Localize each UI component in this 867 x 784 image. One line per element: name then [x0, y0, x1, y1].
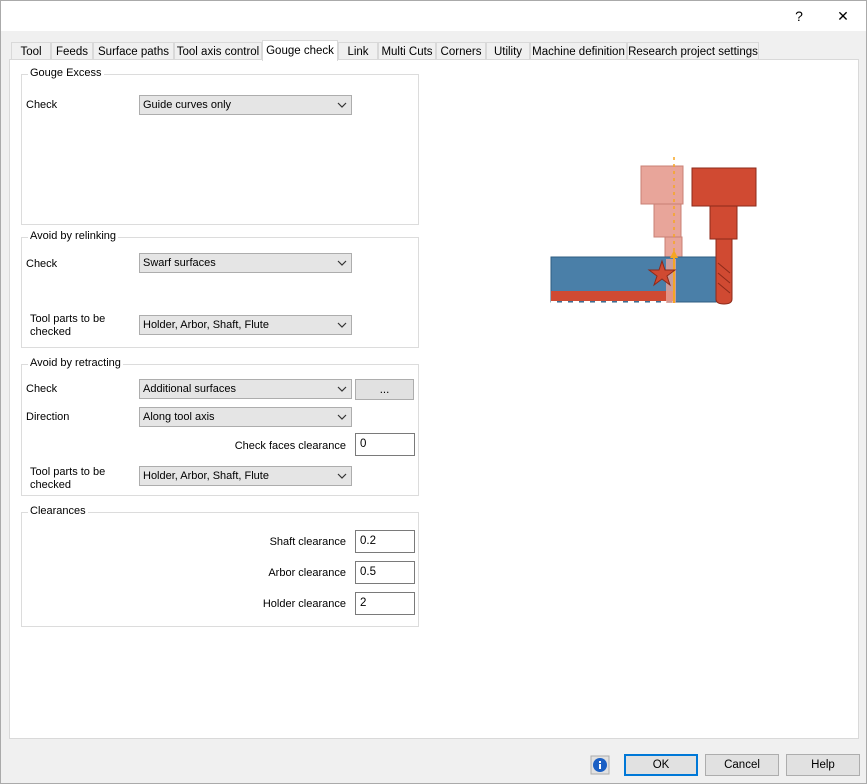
arbor-shape: [709, 205, 738, 240]
check-faces-clearance-input[interactable]: 0: [355, 433, 415, 456]
direction-select[interactable]: Along tool axis: [139, 407, 352, 427]
arbor-clearance-label: Arbor clearance: [268, 567, 346, 579]
tool-parts-label: Tool parts to be checked: [30, 466, 105, 492]
shaft-clearance-label: Shaft clearance: [269, 536, 346, 548]
group-title: Avoid by retracting: [28, 357, 123, 369]
input-value: 0.5: [360, 566, 376, 578]
gouge-check-panel: Gouge Excess Check Guide curves only Avo…: [9, 59, 859, 739]
group-title: Avoid by relinking: [28, 230, 119, 242]
gouge-excess-group: Gouge Excess Check Guide curves only: [21, 67, 419, 225]
tab-gouge-check[interactable]: Gouge check: [262, 40, 338, 61]
relinking-check-select[interactable]: Swarf surfaces: [139, 253, 352, 273]
input-value: 2: [360, 597, 367, 609]
tab-utility[interactable]: Utility: [486, 42, 530, 60]
chevron-down-icon: [337, 102, 347, 108]
help-button[interactable]: Help: [786, 754, 860, 776]
close-icon[interactable]: ✕: [821, 1, 865, 31]
retracting-tool-parts-select[interactable]: Holder, Arbor, Shaft, Flute: [139, 466, 352, 486]
help-icon[interactable]: ?: [777, 1, 821, 31]
check-label: Check: [26, 258, 58, 270]
arbor-clearance-input[interactable]: 0.5: [355, 561, 415, 584]
dialog-window: ? ✕ Tool Feeds Surface paths Tool axis c…: [0, 0, 867, 784]
chevron-down-icon: [337, 414, 347, 420]
select-value: Holder, Arbor, Shaft, Flute: [143, 470, 269, 482]
title-bar: ? ✕: [1, 1, 866, 31]
relinking-tool-parts-select[interactable]: Holder, Arbor, Shaft, Flute: [139, 315, 352, 335]
cancel-button[interactable]: Cancel: [705, 754, 779, 776]
input-value: 0: [360, 438, 367, 450]
check-faces-clearance-label: Check faces clearance: [234, 440, 346, 452]
ghost-arbor-shape: [653, 203, 682, 238]
retracting-check-select[interactable]: Additional surfaces: [139, 379, 352, 399]
ok-button[interactable]: OK: [624, 754, 698, 776]
clearances-group: Clearances Shaft clearance 0.2 Arbor cle…: [21, 505, 419, 627]
chevron-down-icon: [337, 260, 347, 266]
check-label: Check: [26, 99, 58, 111]
tab-feeds[interactable]: Feeds: [51, 42, 93, 60]
shaft-clearance-input[interactable]: 0.2: [355, 530, 415, 553]
tool-parts-label: Tool parts to be checked: [30, 313, 105, 339]
holder-clearance-input[interactable]: 2: [355, 592, 415, 615]
browse-surfaces-button[interactable]: ...: [355, 379, 414, 400]
select-value: Guide curves only: [143, 99, 232, 111]
tab-surface-paths[interactable]: Surface paths: [93, 42, 174, 60]
chevron-down-icon: [337, 386, 347, 392]
label-line-1: Tool parts to be: [30, 313, 106, 325]
tab-machine-definition[interactable]: Machine definition: [530, 42, 627, 60]
input-value: 0.2: [360, 535, 376, 547]
part-base-shape: [551, 291, 673, 301]
select-value: Additional surfaces: [143, 383, 236, 395]
label-line-2: checked: [30, 479, 71, 491]
info-icon[interactable]: [590, 755, 610, 775]
group-title: Clearances: [28, 505, 88, 517]
flute-shape: [715, 238, 733, 305]
holder-shape: [691, 167, 757, 207]
tab-corners[interactable]: Corners: [436, 42, 486, 60]
gouge-excess-check-select[interactable]: Guide curves only: [139, 95, 352, 115]
check-label: Check: [26, 383, 58, 395]
tab-link[interactable]: Link: [338, 42, 378, 60]
select-value: Swarf surfaces: [143, 257, 216, 269]
chevron-down-icon: [337, 473, 347, 479]
tab-research-project-settings[interactable]: Research project settings: [627, 42, 759, 60]
label-line-2: checked: [30, 326, 71, 338]
tab-tool[interactable]: Tool: [11, 42, 51, 60]
ghost-holder-shape: [640, 165, 684, 205]
avoid-retracting-group: Avoid by retracting Check Additional sur…: [21, 357, 419, 496]
holder-clearance-label: Holder clearance: [262, 598, 346, 610]
tab-tool-axis-control[interactable]: Tool axis control: [174, 42, 262, 60]
tab-multi-cuts[interactable]: Multi Cuts: [378, 42, 436, 60]
select-value: Along tool axis: [143, 411, 215, 423]
chevron-down-icon: [337, 322, 347, 328]
avoid-relinking-group: Avoid by relinking Check Swarf surfaces …: [21, 230, 419, 348]
gouge-check-illustration: [550, 157, 757, 305]
select-value: Holder, Arbor, Shaft, Flute: [143, 319, 269, 331]
group-title: Gouge Excess: [28, 67, 104, 79]
direction-label: Direction: [26, 411, 70, 423]
label-line-1: Tool parts to be: [30, 466, 106, 478]
